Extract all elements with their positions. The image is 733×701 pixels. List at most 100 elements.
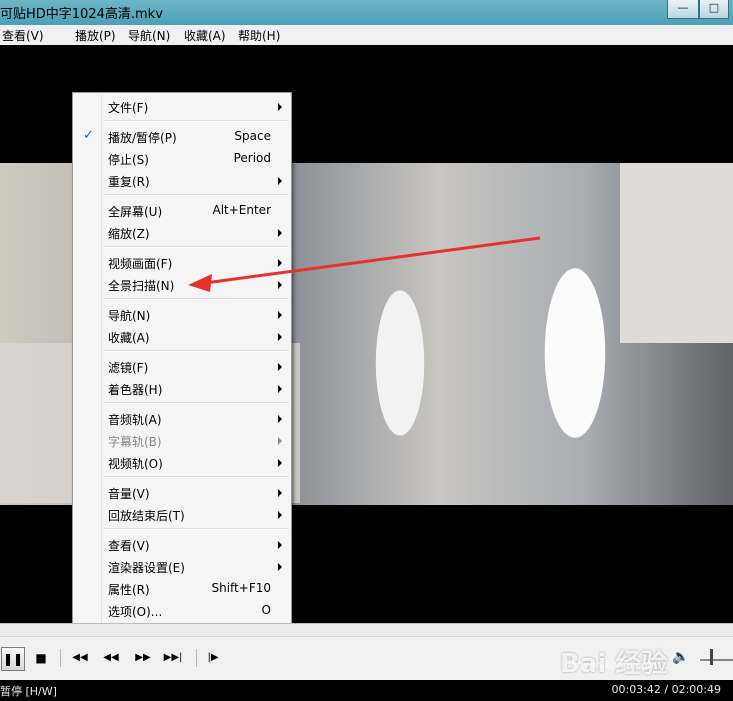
- context-menu-item: 字幕轨(B): [75, 429, 289, 451]
- context-menu-item[interactable]: 查看(V): [75, 533, 289, 555]
- menu-item-label: 音频轨(A): [108, 413, 162, 427]
- menu-help[interactable]: 帮助(H): [238, 27, 280, 44]
- menu-view[interactable]: 查看(V): [2, 27, 44, 44]
- menu-item-label: 停止(S): [108, 153, 149, 167]
- submenu-arrow-icon: [278, 459, 282, 467]
- seek-bar[interactable]: [0, 623, 733, 636]
- maximize-button[interactable]: □: [699, 0, 729, 19]
- submenu-arrow-icon: [278, 415, 282, 423]
- menu-item-label: 字幕轨(B): [108, 435, 162, 449]
- submenu-arrow-icon: [278, 103, 282, 111]
- menu-item-label: 视频画面(F): [108, 257, 173, 271]
- context-menu-item[interactable]: 属性(R) Shift+F10: [75, 577, 289, 599]
- context-menu-item[interactable]: 全景扫描(N): [75, 273, 289, 295]
- frame-step-button[interactable]: |▶: [202, 647, 224, 669]
- menu-separator: [103, 476, 289, 478]
- context-menu-item[interactable]: 滤镜(F): [75, 355, 289, 377]
- menu-item-shortcut: O: [261, 603, 271, 617]
- menu-separator: [103, 402, 289, 404]
- menu-item-label: 渲染器设置(E): [108, 561, 185, 575]
- context-menu-item[interactable]: 文件(F): [75, 95, 289, 117]
- context-menu-item[interactable]: 音量(V): [75, 481, 289, 503]
- previous-button[interactable]: ◀◀: [68, 647, 92, 669]
- menu-item-label: 属性(R): [108, 583, 150, 597]
- control-separator: [60, 649, 61, 667]
- menu-item-label: 着色器(H): [108, 383, 163, 397]
- submenu-arrow-icon: [278, 363, 282, 371]
- menu-item-label: 全屏幕(U): [108, 205, 163, 219]
- menu-item-label: 文件(F): [108, 101, 149, 115]
- submenu-arrow-icon: [278, 563, 282, 571]
- menu-item-shortcut: Alt+Enter: [212, 203, 271, 217]
- submenu-arrow-icon: [278, 259, 282, 267]
- minimize-button[interactable]: —: [667, 0, 699, 19]
- window-title: 可贴HD中字1024高清.mkv: [0, 7, 163, 22]
- control-separator: [196, 649, 197, 667]
- submenu-arrow-icon: [278, 281, 282, 289]
- menu-navigate[interactable]: 导航(N): [128, 27, 170, 44]
- status-bar: 暂停 [H/W] 00:03:42 / 02:00:49: [0, 680, 733, 701]
- menu-separator: [103, 528, 289, 530]
- menu-separator: [103, 246, 289, 248]
- submenu-arrow-icon: [278, 511, 282, 519]
- context-menu-item[interactable]: 重复(R): [75, 169, 289, 191]
- submenu-arrow-icon: [278, 385, 282, 393]
- submenu-arrow-icon: [278, 541, 282, 549]
- submenu-arrow-icon: [278, 437, 282, 445]
- menu-bar: 查看(V) 播放(P) 导航(N) 收藏(A) 帮助(H): [0, 25, 733, 46]
- title-bar: 可贴HD中字1024高清.mkv — □: [0, 0, 733, 25]
- menu-separator: [103, 298, 289, 300]
- context-menu-item[interactable]: 着色器(H): [75, 377, 289, 399]
- pause-button[interactable]: ❚❚: [1, 647, 25, 671]
- control-bar: ❚❚ ■ ◀◀ ◀◀ ▶▶ ▶▶| |▶ Bai 经验 🔈: [0, 636, 733, 681]
- stop-button[interactable]: ■: [32, 647, 50, 669]
- volume-slider-knob[interactable]: [710, 649, 713, 665]
- menu-item-label: 缩放(Z): [108, 227, 150, 241]
- menu-item-label: 查看(V): [108, 539, 150, 553]
- menu-item-label: 重复(R): [108, 175, 150, 189]
- context-menu-item[interactable]: 停止(S) Period: [75, 147, 289, 169]
- next-button[interactable]: ▶▶|: [160, 647, 186, 669]
- menu-item-label: 滤镜(F): [108, 361, 149, 375]
- context-menu-item[interactable]: 选项(O)... O: [75, 599, 289, 621]
- menu-item-label: 导航(N): [108, 309, 151, 323]
- video-background-wall: [620, 163, 733, 343]
- menu-item-shortcut: Shift+F10: [211, 581, 271, 595]
- submenu-arrow-icon: [278, 489, 282, 497]
- menu-item-label: 音量(V): [108, 487, 150, 501]
- context-menu-item[interactable]: 收藏(A): [75, 325, 289, 347]
- submenu-arrow-icon: [278, 177, 282, 185]
- menu-separator: [103, 194, 289, 196]
- rewind-button[interactable]: ◀◀: [100, 647, 122, 669]
- menu-separator: [103, 350, 289, 352]
- context-menu-item[interactable]: ✓ 播放/暂停(P) Space: [75, 125, 289, 147]
- context-menu-item[interactable]: 缩放(Z): [75, 221, 289, 243]
- context-menu-item[interactable]: 导航(N): [75, 303, 289, 325]
- menu-item-label: 全景扫描(N): [108, 279, 175, 293]
- watermark-url: jingyan.baidu.com: [565, 660, 658, 671]
- context-menu: 文件(F) ✓ 播放/暂停(P) Space 停止(S) Period 重复(R) 全屏幕(U…: [72, 92, 292, 654]
- forward-button[interactable]: ▶▶: [132, 647, 154, 669]
- volume-slider[interactable]: [700, 659, 733, 661]
- context-menu-item[interactable]: 渲染器设置(E): [75, 555, 289, 577]
- volume-icon[interactable]: 🔈: [672, 649, 689, 665]
- menu-item-label: 回放结束后(T): [108, 509, 185, 523]
- menu-item-label: 选项(O)...: [108, 605, 163, 619]
- submenu-arrow-icon: [278, 333, 282, 341]
- window-controls: — □: [667, 0, 729, 19]
- menu-item-shortcut: Space: [234, 129, 271, 143]
- check-icon: ✓: [83, 128, 94, 143]
- menu-item-label: 播放/暂停(P): [108, 131, 177, 145]
- menu-item-label: 视频轨(O): [108, 457, 163, 471]
- context-menu-item[interactable]: 视频画面(F): [75, 251, 289, 273]
- submenu-arrow-icon: [278, 311, 282, 319]
- menu-play[interactable]: 播放(P): [75, 27, 116, 44]
- menu-item-shortcut: Period: [233, 151, 271, 165]
- menu-favorites[interactable]: 收藏(A): [184, 27, 226, 44]
- playback-time: 00:03:42 / 02:00:49: [611, 683, 721, 696]
- context-menu-item[interactable]: 回放结束后(T): [75, 503, 289, 525]
- context-menu-item[interactable]: 音频轨(A): [75, 407, 289, 429]
- menu-item-label: 收藏(A): [108, 331, 150, 345]
- context-menu-item[interactable]: 视频轨(O): [75, 451, 289, 473]
- context-menu-item[interactable]: 全屏幕(U) Alt+Enter: [75, 199, 289, 221]
